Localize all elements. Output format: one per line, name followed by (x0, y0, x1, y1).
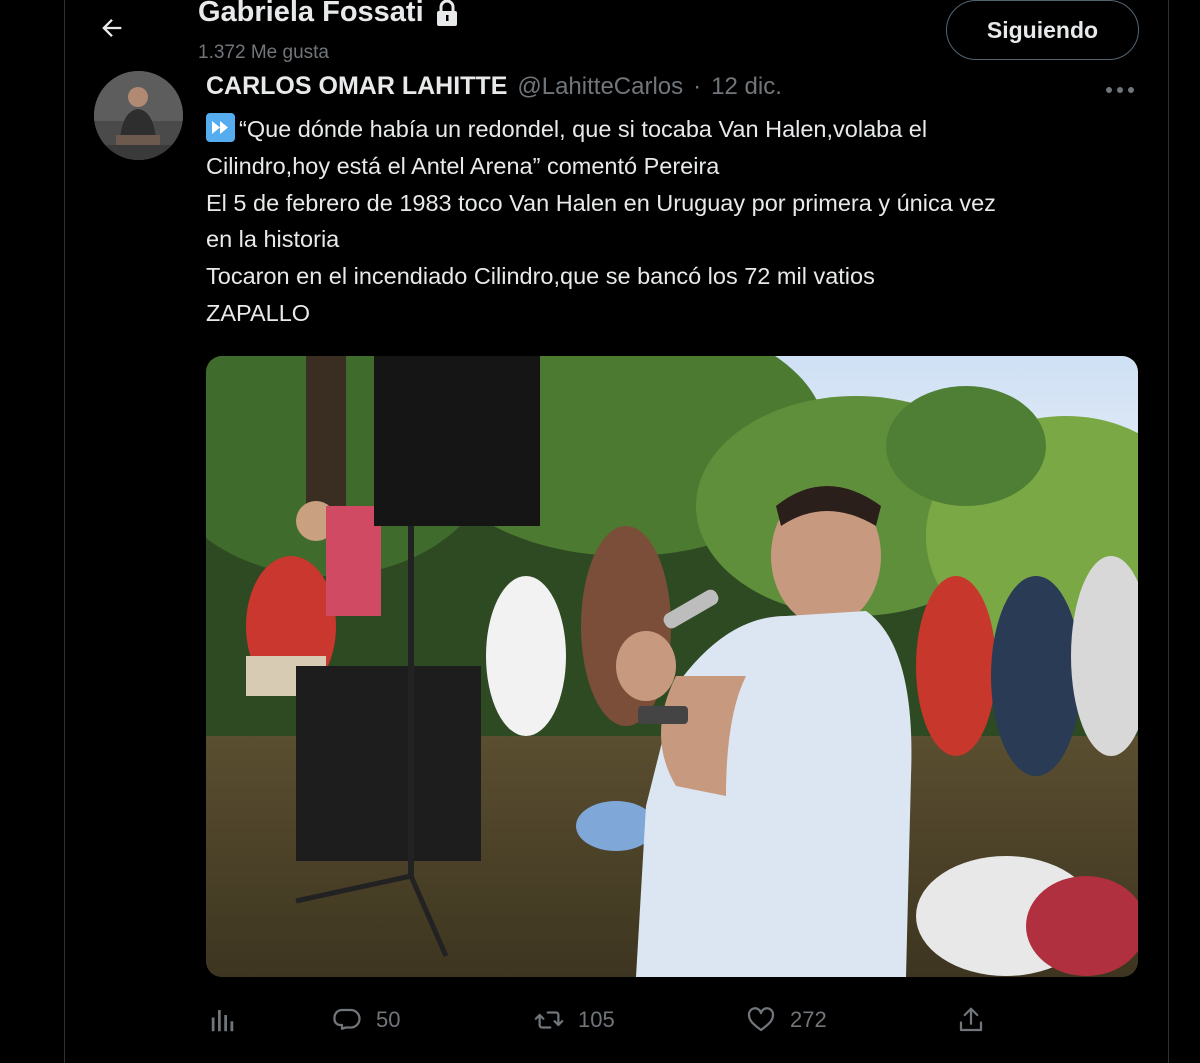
analytics-icon (211, 1010, 234, 1032)
separator-dot: · (693, 73, 702, 100)
column-border-left (64, 0, 65, 1063)
tweet-photo[interactable] (206, 356, 1138, 977)
reply-icon (333, 1008, 361, 1030)
fast-forward-emoji-icon (206, 113, 235, 142)
following-button[interactable]: Siguiendo (946, 0, 1139, 60)
tweet-line: ZAPALLO (206, 299, 311, 326)
tweet-line: Tocaron en el incendiado Cilindro,que se… (206, 263, 875, 290)
retweet-count: 105 (578, 1007, 615, 1032)
share-icon (959, 1007, 983, 1032)
retweet-icon (534, 1011, 564, 1029)
lock-icon (434, 0, 460, 27)
author-name[interactable]: CARLOS OMAR LAHITTE (206, 72, 507, 101)
like-count: 272 (790, 1007, 827, 1032)
arrow-left-icon (102, 19, 122, 37)
tweet-actions: 50 105 272 (206, 998, 1006, 1042)
reply-button[interactable]: 50 (332, 998, 400, 1042)
like-button[interactable]: 272 (746, 998, 827, 1042)
author-avatar[interactable] (94, 71, 183, 160)
heart-icon (747, 1007, 775, 1032)
more-dots-icon (1106, 87, 1134, 93)
tweet-line: Cilindro,hoy está el Antel Arena” coment… (206, 152, 720, 179)
likes-count: 1.372 Me gusta (198, 42, 329, 63)
tweet-line: “Que dónde había un redondel, que si toc… (206, 111, 1146, 148)
analytics-button[interactable] (208, 998, 238, 1042)
author-handle[interactable]: @LahitteCarlos (517, 73, 683, 101)
tweet-line-text: “Que dónde había un redondel, que si toc… (239, 116, 928, 142)
tweet-line: El 5 de febrero de 1983 toco Van Halen e… (206, 189, 996, 216)
more-options-button[interactable] (1100, 78, 1140, 102)
tweet-header: CARLOS OMAR LAHITTE @LahitteCarlos · 12 … (206, 72, 782, 101)
tweet-text: “Que dónde había un redondel, que si toc… (206, 111, 1146, 332)
tweet-date[interactable]: 12 dic. (711, 73, 782, 101)
reply-count: 50 (376, 1007, 401, 1032)
share-button[interactable] (956, 998, 986, 1042)
tweet-line: en la historia (206, 226, 340, 253)
profile-name: Gabriela Fossati (198, 0, 424, 28)
back-button[interactable] (92, 8, 132, 48)
retweet-button[interactable]: 105 (534, 998, 615, 1042)
profile-header: Gabriela Fossati (198, 0, 460, 29)
column-border-right (1168, 0, 1169, 1063)
